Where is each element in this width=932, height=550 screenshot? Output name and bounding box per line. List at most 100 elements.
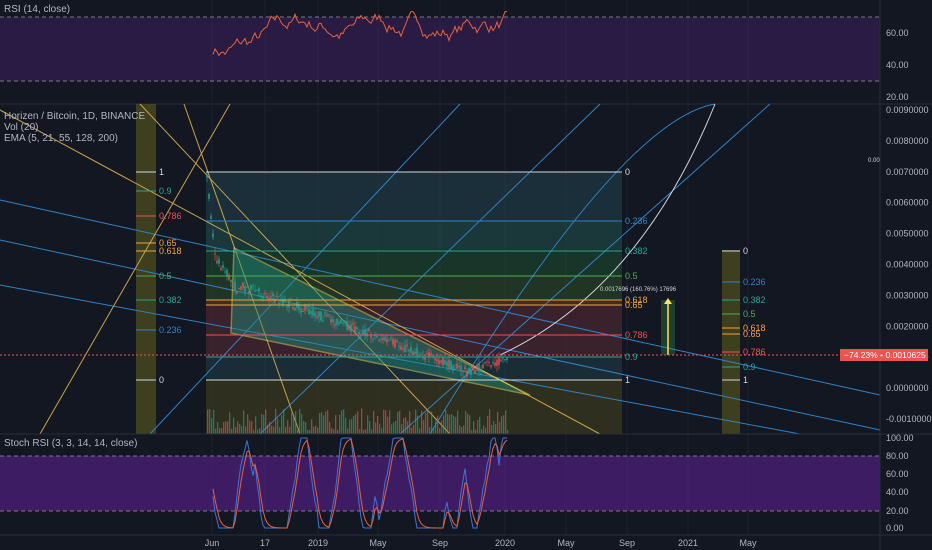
axis-tick-label: 80.00 [886, 451, 909, 461]
candle-body [394, 339, 396, 348]
volume-bar [351, 418, 353, 434]
stoch-title[interactable]: Stoch RSI (3, 3, 14, 14, close) [4, 438, 137, 449]
volume-bar [303, 421, 305, 434]
symbol-title[interactable]: Horizen / Bitcoin, 1D, BINANCE [4, 111, 145, 122]
volume-bar [447, 413, 449, 434]
candle-body [266, 295, 268, 298]
candle-body [382, 337, 384, 341]
candle-body [216, 260, 218, 264]
volume-bar [275, 408, 277, 434]
candle-body [316, 316, 318, 319]
volume-bar [313, 426, 315, 434]
volume-bar [229, 412, 231, 434]
volume-bar [501, 416, 503, 434]
volume-bar [331, 428, 333, 434]
volume-bar [219, 428, 221, 434]
candle-body [464, 367, 466, 369]
fib-level-label: 0.9 [743, 362, 756, 372]
candle-body [362, 329, 364, 334]
volume-bar [215, 428, 217, 434]
candle-body [384, 336, 386, 341]
volume-bar [263, 415, 265, 434]
volume-bar [505, 410, 507, 434]
volume-bar [401, 424, 403, 434]
fib-level-label: 0.786 [159, 211, 182, 221]
candle-body [456, 363, 458, 369]
candle-body [278, 302, 280, 304]
volume-bar [465, 410, 467, 434]
volume-bar [385, 410, 387, 434]
candle-body [338, 321, 340, 325]
volume-bar [321, 412, 323, 434]
volume-bar [285, 426, 287, 434]
time-tick-label: May [557, 538, 575, 548]
axis-tick-label: 0.0090000 [886, 105, 929, 115]
axis-tick-label: 20.00 [886, 92, 909, 102]
candle-body [460, 365, 462, 371]
volume-bar [493, 420, 495, 434]
candle-body [264, 292, 266, 294]
volume-bar [335, 415, 337, 434]
candle-body [492, 361, 494, 364]
volume-bar [411, 427, 413, 434]
volume-bar [479, 416, 481, 434]
candle-body [370, 335, 372, 338]
volume-bar [217, 422, 219, 434]
rsi-title[interactable]: RSI (14, close) [4, 4, 70, 15]
volume-bar [337, 429, 339, 434]
volume-bar [325, 411, 327, 434]
volume-bar [481, 429, 483, 434]
rsi-band [0, 17, 880, 81]
volume-bar [343, 409, 345, 434]
candle-body [404, 345, 406, 353]
volume-bar [369, 420, 371, 434]
fib-level-label: 0.9 [159, 186, 172, 196]
fib-level-label: 0.65 [743, 329, 761, 339]
candle-body [242, 283, 244, 288]
rsi-pane[interactable] [0, 11, 880, 82]
time-tick-label: Jun [205, 538, 220, 548]
candle-body [358, 332, 360, 334]
candle-body [342, 322, 344, 324]
volume-bar [399, 410, 401, 434]
volume-bar [287, 420, 289, 434]
fib-level-label: 0.786 [625, 330, 648, 340]
volume-bar [381, 428, 383, 434]
candle-body [444, 360, 446, 365]
volume-bar [373, 410, 375, 434]
volume-bar [507, 429, 509, 434]
volume-bar [231, 428, 233, 434]
fib-level-label: 0.5 [625, 271, 638, 281]
volume-bar [467, 413, 469, 434]
volume-bar [415, 409, 417, 434]
volume-bar [425, 412, 427, 434]
volume-bar [211, 417, 213, 434]
volume-bar [491, 424, 493, 434]
volume-bar [253, 429, 255, 434]
candle-body [368, 329, 370, 332]
candle-body [478, 363, 480, 372]
ema-title[interactable]: EMA (5, 21, 55, 128, 200) [4, 133, 118, 144]
vol-title[interactable]: Vol (20) [4, 122, 38, 133]
volume-bar [295, 411, 297, 434]
volume-bar [241, 425, 243, 434]
stoch-band [0, 456, 880, 511]
candle-body [324, 312, 326, 315]
fib-level-label: 0.236 [625, 216, 648, 226]
volume-bar [389, 410, 391, 434]
volume-bar [271, 425, 273, 434]
candle-body [488, 361, 490, 363]
volume-bar [391, 424, 393, 434]
chart-canvas[interactable]: 0.0017696 (160.76%) 17696 1 0.9 0.786 0.65 0… [0, 0, 932, 550]
candle-body [346, 321, 348, 330]
time-tick-label: 17 [260, 538, 270, 548]
axis-tick-label: 20.00 [886, 506, 909, 516]
candle-body [310, 311, 312, 314]
volume-bar [339, 414, 341, 434]
fib-level-label: 0 [743, 246, 748, 256]
candle-body [314, 312, 316, 317]
candle-body [490, 365, 492, 368]
candle-body [372, 338, 374, 340]
volume-bar [377, 415, 379, 434]
volume-bar [233, 417, 235, 434]
